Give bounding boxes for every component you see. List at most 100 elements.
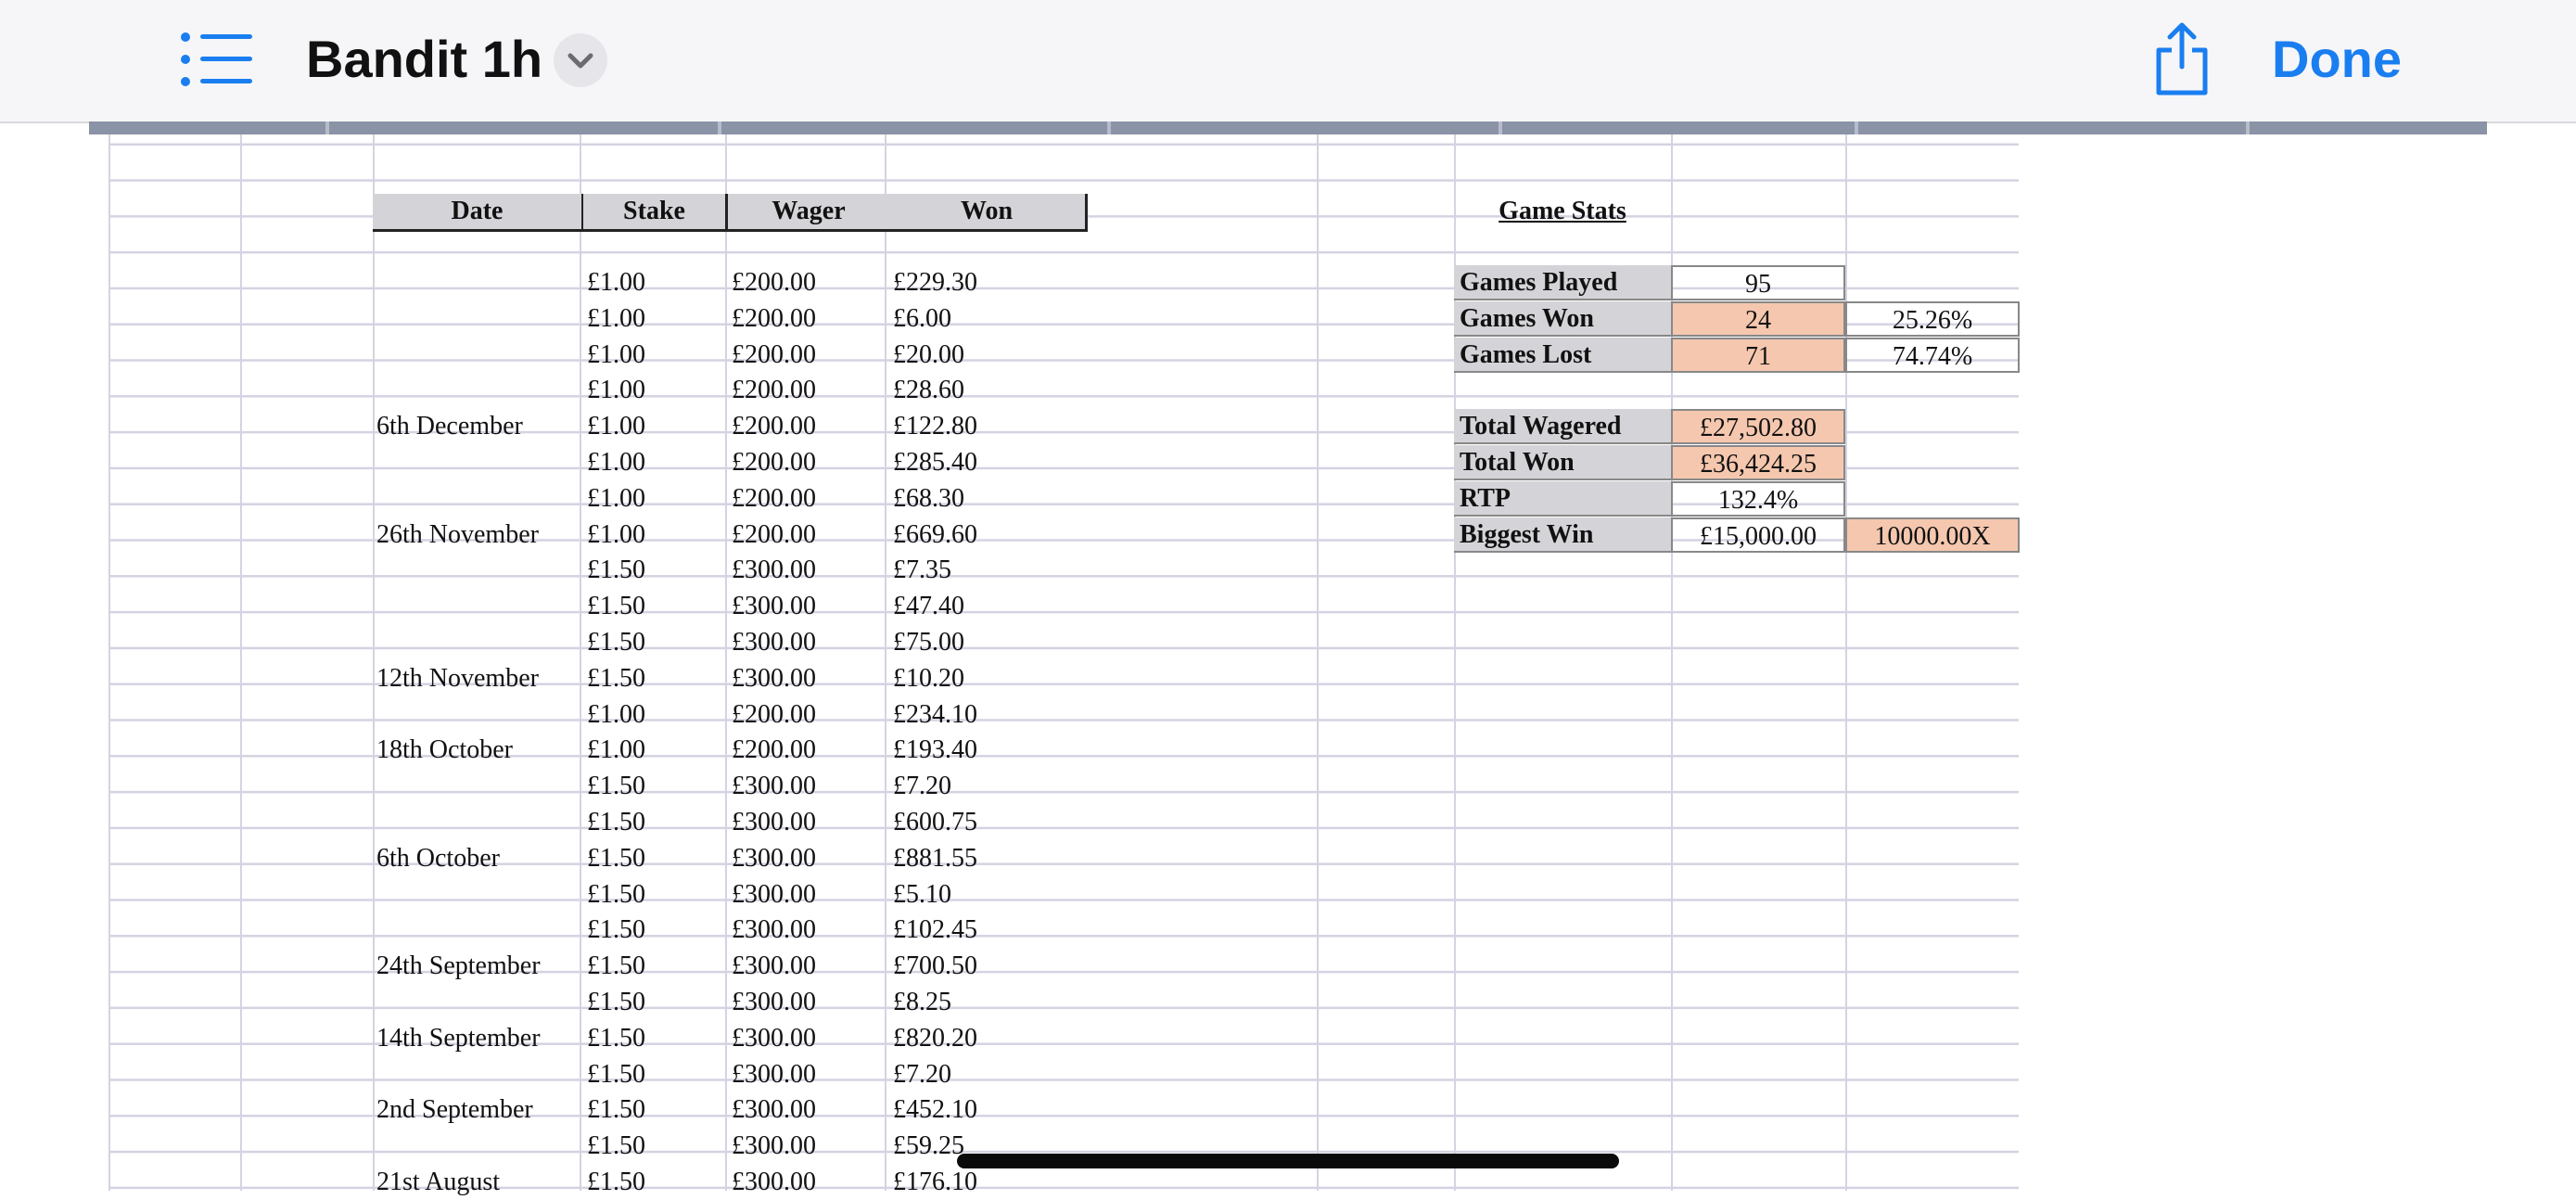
date-cell[interactable] <box>376 265 582 300</box>
date-cell[interactable] <box>376 805 582 840</box>
wager-cell[interactable]: £300.00 <box>732 949 884 984</box>
date-cell[interactable]: 14th September <box>376 1021 582 1056</box>
stake-cell[interactable]: £1.50 <box>587 985 724 1020</box>
total-wagered-value[interactable]: £27,502.80 <box>1671 409 1845 444</box>
date-cell[interactable]: 26th November <box>376 517 582 553</box>
wager-cell[interactable]: £300.00 <box>732 661 884 696</box>
total-won-value[interactable]: £36,424.25 <box>1671 445 1845 480</box>
wager-cell[interactable]: £300.00 <box>732 553 884 588</box>
document-title[interactable]: Bandit 1h <box>306 26 542 93</box>
stake-cell[interactable]: £1.50 <box>587 949 724 984</box>
wager-cell[interactable]: £300.00 <box>732 625 884 660</box>
wager-cell[interactable]: £200.00 <box>732 481 884 517</box>
won-cell[interactable]: £700.50 <box>893 949 1069 984</box>
stake-cell[interactable]: £1.00 <box>587 517 724 553</box>
won-cell[interactable]: £47.40 <box>893 589 1069 624</box>
won-cell[interactable]: £122.80 <box>893 409 1069 444</box>
date-cell[interactable] <box>376 481 582 517</box>
wager-cell[interactable]: £300.00 <box>732 841 884 876</box>
stake-cell[interactable]: £1.00 <box>587 301 724 337</box>
wager-cell[interactable]: £200.00 <box>732 697 884 733</box>
won-cell[interactable]: £452.10 <box>893 1092 1069 1128</box>
stake-cell[interactable]: £1.50 <box>587 1129 724 1164</box>
date-cell[interactable]: 6th December <box>376 409 582 444</box>
date-cell[interactable] <box>376 913 582 948</box>
date-cell[interactable] <box>376 1057 582 1092</box>
date-cell[interactable] <box>376 445 582 480</box>
date-cell[interactable]: 21st August <box>376 1165 582 1200</box>
date-cell[interactable] <box>376 553 582 588</box>
won-cell[interactable]: £75.00 <box>893 625 1069 660</box>
stake-cell[interactable]: £1.50 <box>587 877 724 913</box>
won-cell[interactable]: £234.10 <box>893 697 1069 733</box>
wager-cell[interactable]: £200.00 <box>732 445 884 480</box>
won-cell[interactable]: £193.40 <box>893 733 1069 768</box>
date-cell[interactable] <box>376 625 582 660</box>
won-cell[interactable]: £881.55 <box>893 841 1069 876</box>
wager-cell[interactable]: £200.00 <box>732 409 884 444</box>
date-cell[interactable] <box>376 301 582 337</box>
wager-cell[interactable]: £200.00 <box>732 373 884 408</box>
won-cell[interactable]: £229.30 <box>893 265 1069 300</box>
games-won-percent[interactable]: 25.26% <box>1845 301 2020 337</box>
date-cell[interactable]: 18th October <box>376 733 582 768</box>
date-cell[interactable]: 12th November <box>376 661 582 696</box>
wager-cell[interactable]: £300.00 <box>732 985 884 1020</box>
chevron-down-icon[interactable] <box>554 33 607 87</box>
won-cell[interactable]: £28.60 <box>893 373 1069 408</box>
stake-cell[interactable]: £1.50 <box>587 841 724 876</box>
won-cell[interactable]: £820.20 <box>893 1021 1069 1056</box>
stake-cell[interactable]: £1.50 <box>587 913 724 948</box>
games-played-value[interactable]: 95 <box>1671 265 1845 300</box>
wager-cell[interactable]: £200.00 <box>732 733 884 768</box>
date-cell[interactable] <box>376 589 582 624</box>
won-cell[interactable]: £8.25 <box>893 985 1069 1020</box>
won-cell[interactable]: £68.30 <box>893 481 1069 517</box>
spreadsheet-grid[interactable]: Date Stake Wager Won £1.00 £200.00 £229.30… <box>108 134 2020 1196</box>
wager-cell[interactable]: £300.00 <box>732 1092 884 1128</box>
wager-cell[interactable]: £200.00 <box>732 301 884 337</box>
stake-cell[interactable]: £1.50 <box>587 661 724 696</box>
won-cell[interactable]: £6.00 <box>893 301 1069 337</box>
games-lost-value[interactable]: 71 <box>1671 338 1845 373</box>
stake-cell[interactable]: £1.50 <box>587 625 724 660</box>
wager-cell[interactable]: £300.00 <box>732 769 884 804</box>
biggest-win-value[interactable]: £15,000.00 <box>1671 517 1845 553</box>
stake-cell[interactable]: £1.50 <box>587 1092 724 1128</box>
done-button[interactable]: Done <box>2272 26 2402 93</box>
games-won-value[interactable]: 24 <box>1671 301 1845 337</box>
date-cell[interactable] <box>376 769 582 804</box>
stake-cell[interactable]: £1.50 <box>587 553 724 588</box>
wager-cell[interactable]: £300.00 <box>732 1057 884 1092</box>
wager-cell[interactable]: £300.00 <box>732 589 884 624</box>
stake-cell[interactable]: £1.00 <box>587 445 724 480</box>
wager-cell[interactable]: £300.00 <box>732 1129 884 1164</box>
wager-cell[interactable]: £300.00 <box>732 877 884 913</box>
stake-cell[interactable]: £1.00 <box>587 409 724 444</box>
date-cell[interactable] <box>376 373 582 408</box>
date-cell[interactable] <box>376 338 582 373</box>
date-cell[interactable]: 6th October <box>376 841 582 876</box>
won-cell[interactable]: £20.00 <box>893 338 1069 373</box>
stake-cell[interactable]: £1.00 <box>587 373 724 408</box>
wager-cell[interactable]: £300.00 <box>732 1165 884 1200</box>
wager-cell[interactable]: £300.00 <box>732 913 884 948</box>
stake-cell[interactable]: £1.50 <box>587 1165 724 1200</box>
won-cell[interactable]: £600.75 <box>893 805 1069 840</box>
date-cell[interactable] <box>376 1129 582 1164</box>
won-cell[interactable]: £7.35 <box>893 553 1069 588</box>
won-cell[interactable]: £10.20 <box>893 661 1069 696</box>
won-cell[interactable]: £669.60 <box>893 517 1069 553</box>
list-icon[interactable] <box>180 32 254 87</box>
games-lost-percent[interactable]: 74.74% <box>1845 338 2020 373</box>
won-cell[interactable]: £5.10 <box>893 877 1069 913</box>
stake-cell[interactable]: £1.00 <box>587 265 724 300</box>
share-icon[interactable] <box>2149 17 2214 98</box>
date-cell[interactable] <box>376 697 582 733</box>
date-cell[interactable]: 2nd September <box>376 1092 582 1128</box>
wager-cell[interactable]: £200.00 <box>732 265 884 300</box>
stake-cell[interactable]: £1.50 <box>587 769 724 804</box>
wager-cell[interactable]: £200.00 <box>732 338 884 373</box>
stake-cell[interactable]: £1.00 <box>587 481 724 517</box>
biggest-win-multiplier[interactable]: 10000.00X <box>1845 517 2020 553</box>
